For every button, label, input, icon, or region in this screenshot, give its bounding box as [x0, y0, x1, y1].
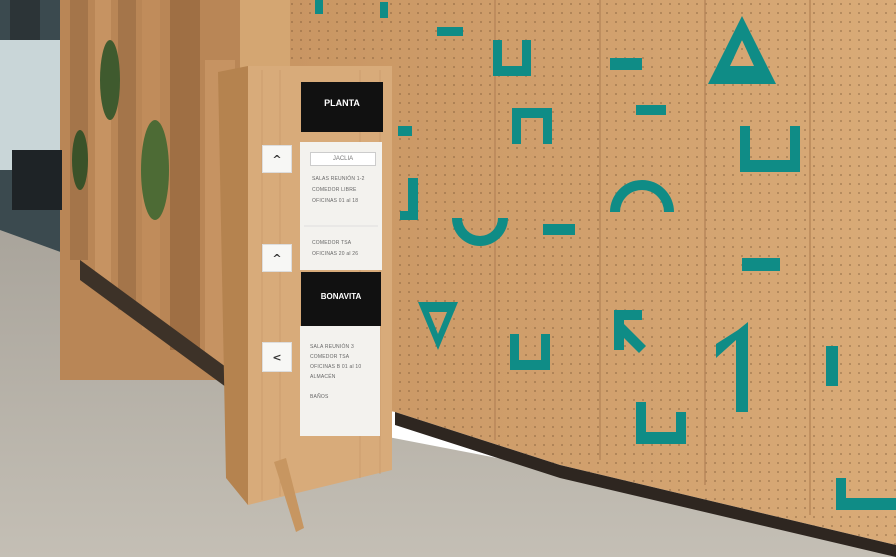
sign-list-item: COMEDOR LIBRE — [312, 187, 357, 193]
sign-list-item: OFICINAS B 01 al 10 — [310, 364, 362, 370]
sign-list-item: OFICINAS 20 al 26 — [312, 251, 359, 257]
sign-list-item: ALMACÉN — [310, 374, 336, 380]
sign-totem — [218, 66, 392, 532]
sign-bottom-list: SALA REUNIÓN 3 COMEDOR TSA OFICINAS B 01… — [310, 344, 378, 400]
sign-panel-title: JACLIA — [310, 152, 376, 166]
arrow-left-icon: < — [262, 342, 292, 372]
sign-list-item: OFICINAS 01 al 18 — [312, 198, 359, 204]
photo-scene: PLANTA JACLIA SALAS REUNIÓN 1-2 COMEDOR … — [0, 0, 896, 557]
sign-list-item: COMEDOR TSA — [312, 240, 352, 246]
sign-top-list: SALAS REUNIÓN 1-2 COMEDOR LIBRE OFICINAS… — [312, 176, 380, 204]
sign-header-bottom: BONAVITA — [320, 292, 362, 301]
sign-list-item: COMEDOR TSA — [310, 354, 350, 360]
arrow-up-icon: ^ — [262, 244, 292, 272]
sign-list-item: SALAS REUNIÓN 1-2 — [312, 176, 365, 182]
sign-list-item: BAÑOS — [310, 394, 329, 400]
sign-mid-list: COMEDOR TSA OFICINAS 20 al 26 — [312, 240, 380, 257]
sign-header-top: PLANTA — [324, 98, 360, 108]
arrow-up-icon: ^ — [262, 145, 292, 173]
sign-list-item: SALA REUNIÓN 3 — [310, 344, 354, 350]
